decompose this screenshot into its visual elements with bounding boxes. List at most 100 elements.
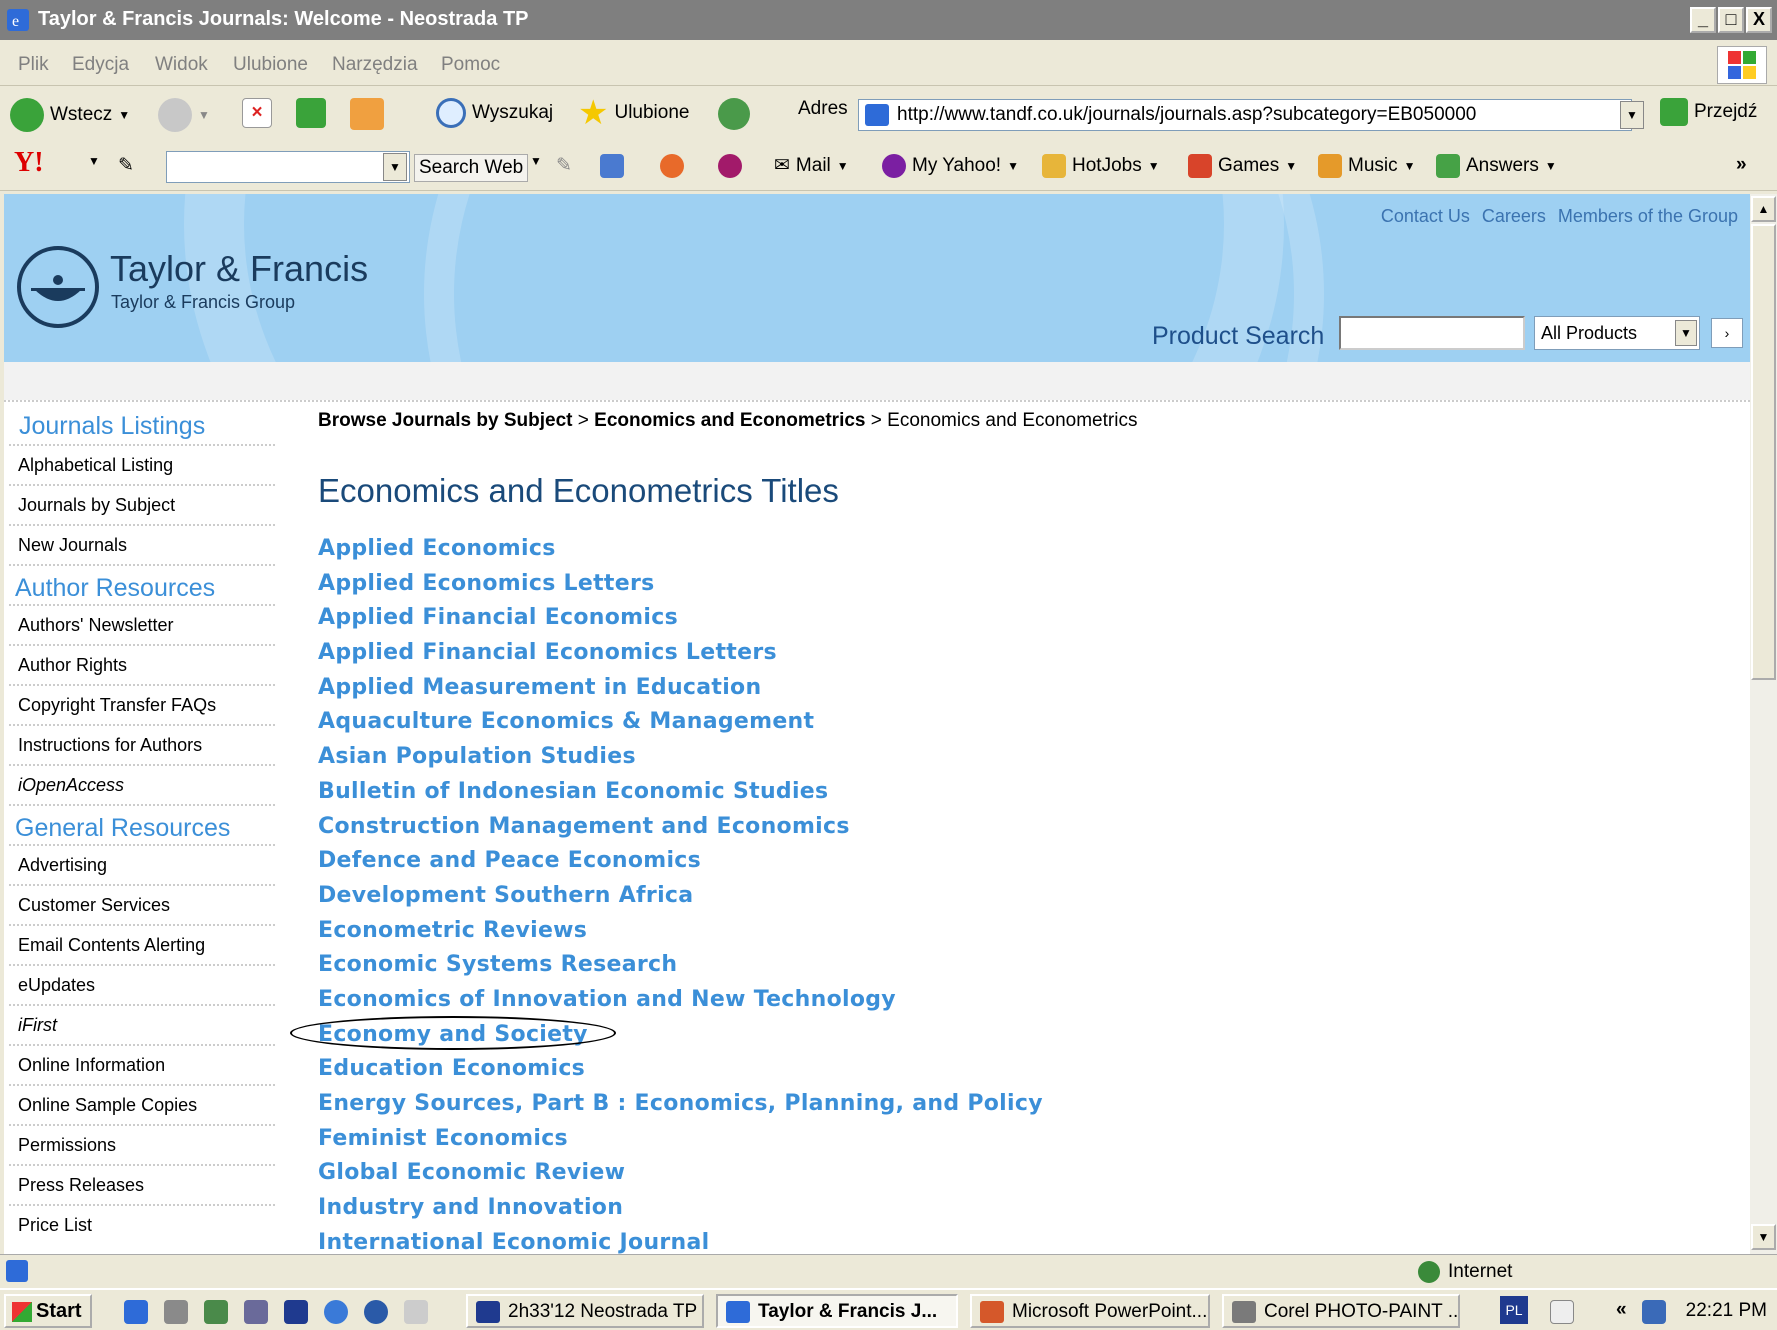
menu-ulubione[interactable]: Ulubione [233, 54, 308, 76]
product-search-input[interactable] [1339, 316, 1525, 350]
target-icon[interactable] [660, 154, 684, 178]
author-resources-heading[interactable]: Author Resources [9, 564, 275, 604]
breadcrumb-economics-econometrics[interactable]: Economics and Econometrics [594, 410, 865, 431]
tray-expand-button[interactable]: « [1616, 1299, 1627, 1321]
journal-link[interactable]: Aquaculture Economics & Management [318, 709, 1043, 744]
site-logo-name[interactable]: Taylor & Francis [110, 248, 368, 290]
sidebar-item-online-sample-copies[interactable]: Online Sample Copies [9, 1084, 275, 1124]
back-button[interactable]: Wstecz ▼ [10, 98, 130, 132]
sidebar-item-new-journals[interactable]: New Journals [9, 524, 275, 564]
sidebar-item-email-contents-alerting[interactable]: Email Contents Alerting [9, 924, 275, 964]
sidebar-item-copyright-transfer-faqs[interactable]: Copyright Transfer FAQs [9, 684, 275, 724]
sidebar-item-iopenaccess[interactable]: iOpenAccess [9, 764, 275, 804]
refresh-button[interactable] [296, 98, 326, 128]
users-icon[interactable] [244, 1300, 268, 1324]
yahoo-logo[interactable]: Y! [14, 147, 44, 179]
journal-link[interactable]: International Economic Journal [318, 1230, 1043, 1254]
menu-narzedzia[interactable]: Narzędzia [332, 54, 418, 76]
menu-plik[interactable]: Plik [18, 54, 49, 76]
home-button[interactable] [350, 98, 384, 130]
journal-link[interactable]: Economic Systems Research [318, 952, 1043, 987]
close-button[interactable]: X [1746, 7, 1772, 33]
journal-link[interactable]: Applied Financial Economics [318, 605, 1043, 640]
network-tray-icon[interactable] [1642, 1300, 1666, 1324]
stop-button[interactable]: × [242, 98, 272, 128]
layout-icon[interactable] [600, 154, 624, 178]
music-link[interactable]: Music ▼ [1318, 154, 1416, 178]
address-dropdown-button[interactable]: ▼ [1620, 101, 1644, 129]
breadcrumb-browse-by-subject[interactable]: Browse Journals by Subject [318, 410, 572, 431]
chevron-down-icon[interactable]: ▼ [88, 154, 100, 168]
contact-us-link[interactable]: Contact Us [1381, 206, 1470, 227]
product-search-select[interactable]: All Products ▼ [1534, 316, 1700, 350]
sidebar-item-press-releases[interactable]: Press Releases [9, 1164, 275, 1204]
scroll-down-button[interactable]: ▼ [1751, 1224, 1776, 1250]
taskbar-button-taylor-francis[interactable]: Taylor & Francis J... [716, 1294, 958, 1328]
keyboard-icon[interactable] [1550, 1300, 1574, 1324]
journal-link[interactable]: Defence and Peace Economics [318, 848, 1043, 883]
pencil-icon[interactable]: ✎ [118, 154, 134, 177]
minimize-button[interactable]: _ [1690, 7, 1716, 33]
yahoo-search-dropdown[interactable]: ▼ [383, 153, 407, 181]
favorites-button[interactable]: ★ Ulubione [578, 96, 689, 130]
history-button[interactable] [718, 98, 750, 130]
media-player-icon[interactable] [364, 1300, 388, 1324]
journal-link[interactable]: Applied Economics [318, 536, 1043, 571]
menu-widok[interactable]: Widok [155, 54, 208, 76]
go-button[interactable]: Przejdź [1660, 98, 1757, 126]
browser-icon[interactable] [324, 1300, 348, 1324]
sidebar-item-alphabetical-listing[interactable]: Alphabetical Listing [9, 444, 275, 484]
sidebar-item-permissions[interactable]: Permissions [9, 1124, 275, 1164]
printer-icon[interactable] [164, 1300, 188, 1324]
taskbar-button-neostrada[interactable]: 2h33'12 Neostrada TP [466, 1294, 704, 1328]
sidebar-item-price-list[interactable]: Price List [9, 1204, 275, 1244]
careers-link[interactable]: Careers [1482, 206, 1546, 227]
network-icon[interactable] [204, 1300, 228, 1324]
sidebar-item-instructions-for-authors[interactable]: Instructions for Authors [9, 724, 275, 764]
tp-icon[interactable] [284, 1300, 308, 1324]
members-of-group-link[interactable]: Members of the Group [1558, 206, 1738, 227]
journal-link[interactable]: Global Economic Review [318, 1160, 1043, 1195]
product-search-go-button[interactable]: › [1711, 318, 1743, 348]
start-button[interactable]: Start [4, 1294, 92, 1328]
sidebar-item-authors-newsletter[interactable]: Authors' Newsletter [9, 604, 275, 644]
vertical-scrollbar[interactable]: ▲ ▼ [1750, 194, 1777, 1254]
my-yahoo-link[interactable]: My Yahoo! ▼ [882, 154, 1019, 178]
journal-link[interactable]: Econometric Reviews [318, 918, 1043, 953]
hotjobs-link[interactable]: HotJobs ▼ [1042, 154, 1160, 178]
sidebar-item-ifirst[interactable]: iFirst [9, 1004, 275, 1044]
taskbar-button-corel[interactable]: Corel PHOTO-PAINT ... [1222, 1294, 1460, 1328]
yahoo-search-input[interactable] [166, 151, 410, 183]
search-button[interactable]: Wyszukaj [436, 98, 553, 128]
journal-link[interactable]: Construction Management and Economics [318, 814, 1043, 849]
antispy-icon[interactable] [718, 154, 742, 178]
sidebar-item-author-rights[interactable]: Author Rights [9, 644, 275, 684]
taylor-francis-logo-icon[interactable] [17, 246, 99, 328]
address-bar[interactable]: http://www.tandf.co.uk/journals/journals… [858, 99, 1632, 131]
window-title-bar[interactable]: e Taylor & Francis Journals: Welcome - N… [0, 0, 1777, 40]
yahoo-mail-link[interactable]: ✉ Mail ▼ [774, 154, 849, 177]
sidebar-item-journals-by-subject[interactable]: Journals by Subject [9, 484, 275, 524]
scroll-thumb[interactable] [1751, 224, 1776, 680]
journal-link[interactable]: Education Economics [318, 1056, 1043, 1091]
highlight-icon[interactable]: ✎ [556, 154, 572, 177]
menu-pomoc[interactable]: Pomoc [441, 54, 500, 76]
menu-edycja[interactable]: Edycja [72, 54, 129, 76]
general-resources-heading[interactable]: General Resources [9, 804, 275, 844]
taskbar-button-powerpoint[interactable]: Microsoft PowerPoint... [970, 1294, 1210, 1328]
journal-link[interactable]: Bulletin of Indonesian Economic Studies [318, 779, 1043, 814]
sidebar-item-advertising[interactable]: Advertising [9, 844, 275, 884]
notepad-icon[interactable] [404, 1300, 428, 1324]
journal-link[interactable]: Development Southern Africa [318, 883, 1043, 918]
games-link[interactable]: Games ▼ [1188, 154, 1297, 178]
answers-link[interactable]: Answers ▼ [1436, 154, 1557, 178]
language-indicator[interactable]: PL [1500, 1296, 1528, 1324]
journal-link[interactable]: Energy Sources, Part B : Economics, Plan… [318, 1091, 1043, 1126]
forward-button[interactable]: ▼ [158, 98, 210, 132]
journal-link[interactable]: Applied Economics Letters [318, 571, 1043, 606]
journal-link[interactable]: Applied Financial Economics Letters [318, 640, 1043, 675]
ie-quicklaunch-icon[interactable] [124, 1300, 148, 1324]
journal-link[interactable]: Feminist Economics [318, 1126, 1043, 1161]
sidebar-item-customer-services[interactable]: Customer Services [9, 884, 275, 924]
sidebar-item-online-information[interactable]: Online Information [9, 1044, 275, 1084]
